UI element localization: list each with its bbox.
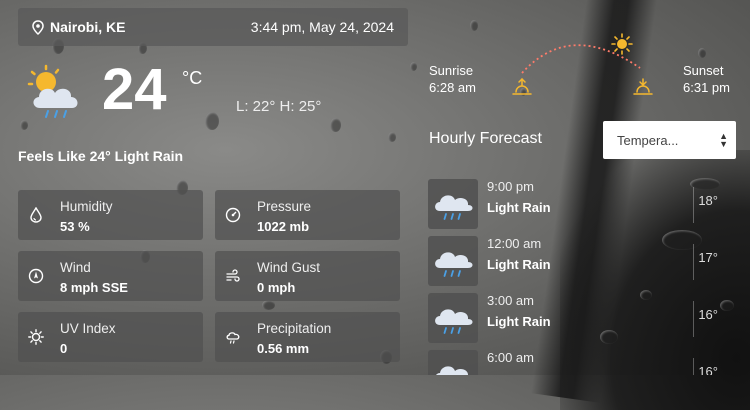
hourly-temperature: 16° (698, 307, 718, 322)
wind-label: Wind (60, 260, 91, 275)
low-high-temperature: L: 22° H: 25° (236, 98, 322, 115)
cloud-rain-icon (428, 236, 478, 286)
wind-gust-value: 0 mph (257, 280, 296, 295)
sunrise-info: Sunrise 6:28 am (429, 62, 476, 96)
droplet-icon (30, 207, 42, 223)
hourly-time: 9:00 pm (487, 179, 534, 194)
wind-gust-card: Wind Gust 0 mph (215, 251, 400, 301)
wind-card: Wind 8 mph SSE (18, 251, 203, 301)
humidity-value: 53 % (60, 219, 90, 234)
pressure-label: Pressure (257, 199, 312, 214)
hourly-condition: Light Rain (487, 257, 551, 272)
hourly-forecast-title: Hourly Forecast (429, 130, 542, 147)
sunset-info: Sunset 6:31 pm (683, 62, 730, 96)
sunrise-time: 6:28 am (429, 80, 476, 95)
hourly-temperature: 16° (698, 364, 718, 375)
sun-uv-icon (28, 329, 44, 345)
hourly-temperature: 17° (698, 250, 718, 265)
cloud-rain-icon (428, 293, 478, 343)
precipitation-card: Precipitation 0.56 mm (215, 312, 400, 362)
precipitation-label: Precipitation (257, 321, 332, 336)
uv-index-card: UV Index 0 (18, 312, 203, 362)
hourly-time: 12:00 am (487, 236, 542, 251)
sunrise-label: Sunrise (429, 63, 474, 78)
hourly-divider (693, 301, 694, 337)
wind-icon (226, 269, 240, 282)
hourly-item: 12:00 am Light Rain 17° (428, 236, 728, 288)
forecast-metric-select[interactable]: Tempera... ▲ ▼ (603, 121, 736, 159)
hourly-temperature: 18° (698, 193, 718, 208)
cloud-rain-icon (226, 332, 240, 344)
hourly-condition: Light Rain (487, 200, 551, 215)
location-bar: Nairobi, KE 3:44 pm, May 24, 2024 (18, 8, 408, 46)
pressure-card: Pressure 1022 mb (215, 190, 400, 240)
hourly-divider (693, 244, 694, 280)
sunrise-icon (512, 77, 532, 95)
current-datetime: 3:44 pm, May 24, 2024 (250, 19, 394, 35)
gauge-icon (225, 207, 241, 223)
hourly-divider (693, 187, 694, 223)
humidity-card: Humidity 53 % (18, 190, 203, 240)
select-arrows-icon: ▲ ▼ (719, 131, 728, 149)
sunset-label: Sunset (683, 63, 724, 78)
compass-icon (28, 268, 44, 284)
hourly-item: 3:00 am Light Rain 16° (428, 293, 728, 345)
uv-index-value: 0 (60, 341, 68, 356)
forecast-metric-value: Tempera... (617, 132, 679, 148)
pressure-value: 1022 mb (257, 219, 310, 234)
humidity-label: Humidity (60, 199, 113, 214)
hourly-item: 6:00 am 16° (428, 350, 728, 375)
feels-like: Feels Like 24° Light Rain (18, 148, 184, 164)
hourly-item: 9:00 pm Light Rain 18° (428, 179, 728, 231)
location: Nairobi, KE (32, 19, 125, 35)
wind-gust-label: Wind Gust (257, 260, 321, 275)
temperature-unit: °C (182, 68, 203, 88)
sunset-time: 6:31 pm (683, 80, 730, 95)
hourly-time: 3:00 am (487, 293, 534, 308)
cloud-rain-icon (428, 179, 478, 229)
location-name: Nairobi, KE (50, 19, 126, 35)
current-temperature: 24 (102, 57, 167, 122)
wind-value: 8 mph SSE (60, 280, 128, 295)
uv-index-label: UV Index (60, 321, 116, 336)
cloud-sun-rain-icon (27, 64, 78, 118)
map-pin-icon (32, 19, 44, 35)
sunset-icon (633, 78, 653, 95)
precipitation-value: 0.56 mm (257, 341, 310, 356)
current-weather: 24 °C L: 22° H: 25° (24, 58, 354, 138)
hourly-time: 6:00 am (487, 350, 534, 365)
hourly-condition: Light Rain (487, 314, 551, 329)
sun-position-icon (611, 33, 633, 55)
hourly-divider (693, 358, 694, 375)
cloud-rain-icon (428, 350, 478, 375)
